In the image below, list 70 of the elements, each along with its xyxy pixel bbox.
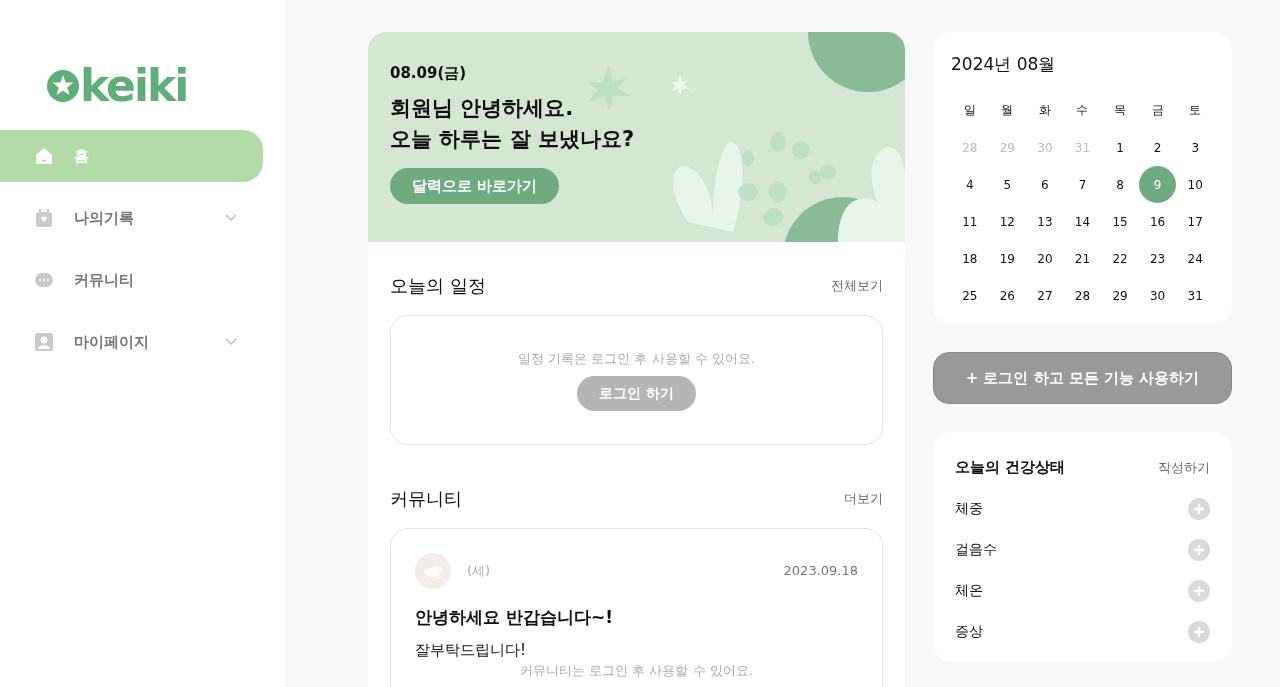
calendar-day[interactable]: 8 [1101, 166, 1139, 203]
weekday-label: 금 [1150, 102, 1165, 120]
calendar-day[interactable]: 15 [1101, 203, 1139, 240]
greeting-text: 회원님 안녕하세요. [390, 94, 575, 122]
section-title: 오늘의 일정 [390, 274, 486, 298]
star-circle-logo-icon [46, 69, 80, 103]
calendar-day[interactable]: 19 [988, 240, 1026, 277]
calendar-day[interactable]: 26 [988, 277, 1026, 314]
calendar-day[interactable]: 23 [1139, 240, 1177, 277]
weekday-label: 토 [1188, 102, 1203, 120]
view-all-link[interactable]: 전체보기 [831, 275, 883, 296]
calendar-title: 2024년 08월 [951, 53, 1057, 76]
date-text: 08.09(금) [390, 63, 468, 84]
login-required-message: 일정 기록은 로그인 후 사용할 수 있어요. [518, 349, 755, 368]
sidebar-item[interactable]: 커뮤니티 [0, 254, 263, 306]
calendar-day[interactable]: 6 [1026, 166, 1064, 203]
weekday-label: 월 [1000, 102, 1015, 120]
login-required-message: 커뮤니티는 로그인 후 사용할 수 있어요. [519, 662, 754, 680]
calendar-day[interactable]: 30 [1139, 277, 1177, 314]
post-date: 2023.09.18 [783, 562, 858, 581]
write-link[interactable]: 작성하기 [1158, 457, 1210, 477]
calendar-day[interactable]: 29 [1101, 277, 1139, 314]
calendar-day[interactable]: 25 [951, 277, 989, 314]
calendar-day[interactable]: 3 [1176, 129, 1214, 166]
calendar-day[interactable]: 20 [1026, 240, 1064, 277]
plus-icon[interactable] [1188, 620, 1210, 643]
person-icon [34, 332, 54, 352]
calendar-day[interactable]: 1 [1101, 129, 1139, 166]
calendar-day[interactable]: 14 [1064, 203, 1101, 240]
calendar-day[interactable]: 5 [988, 166, 1026, 203]
calendar-day[interactable]: 7 [1064, 166, 1101, 203]
calendar-day[interactable]: 13 [1026, 203, 1064, 240]
section-title: 커뮤니티 [390, 487, 462, 511]
calendar-day[interactable]: 31 [1176, 277, 1214, 314]
calendar-day[interactable]: 16 [1139, 203, 1177, 240]
calendar-day[interactable]: 27 [1026, 277, 1064, 314]
post-title: 안녕하세요 반갑습니다~! [415, 606, 614, 629]
chat-bubble-icon [34, 270, 54, 290]
sidebar-item[interactable]: 마이페이지 [0, 316, 263, 368]
calendar-day[interactable]: 4 [951, 166, 989, 203]
home-icon [34, 146, 54, 166]
health-item-label: 증상 [955, 622, 983, 641]
avatar-icon [415, 553, 451, 589]
weekday-label: 화 [1037, 102, 1052, 120]
calendar-day[interactable]: 21 [1064, 240, 1101, 277]
post-body: 잘부탁드립니다! [415, 639, 527, 661]
weekday-label: 목 [1113, 102, 1128, 120]
section-title: 오늘의 건강상태 [955, 457, 1066, 478]
calendar-day[interactable]: 12 [988, 203, 1026, 240]
health-item-label: 체온 [955, 581, 983, 600]
plus-icon[interactable] [1188, 538, 1210, 561]
calendar-day[interactable]: 18 [951, 240, 989, 277]
more-link[interactable]: 더보기 [844, 488, 883, 509]
calendar-day[interactable]: 10 [1176, 166, 1214, 203]
calendar-day[interactable]: 17 [1176, 203, 1214, 240]
weekday-label: 일 [962, 102, 977, 120]
author-name: (세) [467, 562, 491, 581]
health-item-label: 체중 [955, 499, 983, 518]
greeting-text: 오늘 하루는 잘 보냈나요? [390, 126, 636, 153]
calendar-day[interactable]: 2 [1139, 129, 1177, 166]
calendar-day[interactable]: 28 [1064, 277, 1101, 314]
calendar-day[interactable]: 11 [951, 203, 989, 240]
calendar-day[interactable]: 22 [1101, 240, 1139, 277]
weekday-label: 수 [1075, 102, 1090, 120]
health-item-label: 걸음수 [955, 540, 997, 559]
plus-icon[interactable] [1188, 579, 1210, 602]
calendar-heart-icon [34, 208, 54, 228]
calendar-day[interactable]: 24 [1176, 240, 1214, 277]
sidebar-item[interactable]: 나의기록 [0, 192, 263, 244]
plus-icon[interactable] [1188, 497, 1210, 520]
